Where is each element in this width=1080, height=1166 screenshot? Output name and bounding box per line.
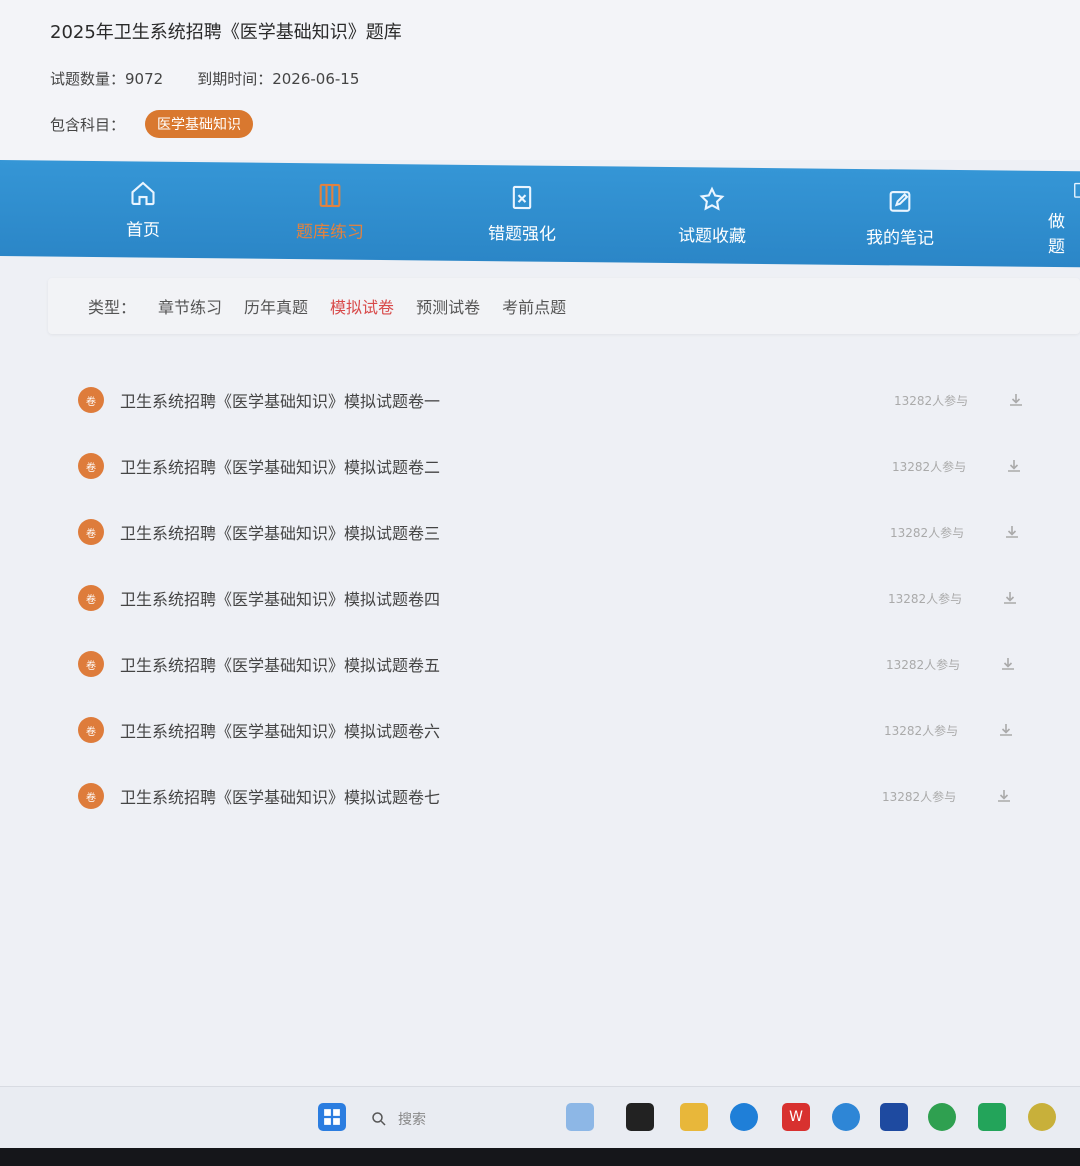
download-icon[interactable] <box>1004 524 1020 540</box>
paper-bullet-icon: 卷 <box>78 585 104 611</box>
paper-title[interactable]: 卫生系统招聘《医学基础知识》模拟试题卷二 <box>120 454 440 478</box>
mail-app-icon[interactable] <box>978 1103 1006 1131</box>
download-icon[interactable] <box>1006 458 1022 474</box>
paper-title[interactable]: 卫生系统招聘《医学基础知识》模拟试题卷一 <box>120 388 440 412</box>
task-view-icon[interactable] <box>626 1103 654 1131</box>
main-nav: 首页 题库练习 错题强化 试题收藏 我的笔记 做题 <box>0 160 1080 268</box>
wps-office-icon[interactable]: W <box>782 1103 810 1131</box>
nav-item-practice[interactable]: 题库练习 <box>270 173 390 250</box>
paper-bullet-icon: 卷 <box>78 717 104 743</box>
filter-mock-papers[interactable]: 模拟试卷 <box>330 294 394 318</box>
taskbar-search[interactable]: 搜索 <box>370 1105 530 1133</box>
list-item[interactable]: 卷 卫生系统招聘《医学基础知识》模拟试题卷四 13282人参与 <box>0 578 1080 618</box>
home-icon <box>131 181 155 205</box>
nav-label: 试题收藏 <box>678 225 746 247</box>
note-icon <box>889 190 911 212</box>
meta-info: 试题数量：9072 到期时间：2026-06-15 <box>50 68 359 89</box>
type-filter: 类型： 章节练习 历年真题 模拟试卷 预测试卷 考前点题 <box>48 278 1080 334</box>
download-icon[interactable] <box>1002 590 1018 606</box>
nav-item-notes[interactable]: 我的笔记 <box>840 179 960 256</box>
wrong-icon <box>512 185 532 209</box>
widgets-icon[interactable] <box>566 1103 594 1131</box>
participant-count: 13282人参与 <box>894 393 969 408</box>
paper-title[interactable]: 卫生系统招聘《医学基础知识》模拟试题卷三 <box>120 520 440 544</box>
filter-chapter[interactable]: 章节练习 <box>158 294 222 318</box>
wechat-icon[interactable] <box>928 1103 956 1131</box>
subject-chip[interactable]: 医学基础知识 <box>145 110 254 138</box>
paper-title[interactable]: 卫生系统招聘《医学基础知识》模拟试题卷七 <box>120 784 440 808</box>
paper-bullet-icon: 卷 <box>78 783 104 809</box>
page-header: 2025年卫生系统招聘《医学基础知识》题库 试题数量：9072 到期时间：202… <box>0 0 1080 160</box>
download-icon[interactable] <box>1000 656 1016 672</box>
expiry-date: 到期时间：2026-06-15 <box>197 70 360 88</box>
paper-title[interactable]: 卫生系统招聘《医学基础知识》模拟试题卷四 <box>120 586 440 610</box>
nav-label: 我的笔记 <box>866 227 934 249</box>
list-item[interactable]: 卷 卫生系统招聘《医学基础知识》模拟试题卷五 13282人参与 <box>0 644 1080 684</box>
participant-count: 13282人参与 <box>888 591 963 606</box>
nav-label: 首页 <box>126 219 160 241</box>
game-app-icon[interactable] <box>1028 1103 1056 1131</box>
ie-browser-icon[interactable] <box>832 1103 860 1131</box>
subjects-label: 包含科目： <box>50 115 126 134</box>
paper-title[interactable]: 卫生系统招聘《医学基础知识》模拟试题卷六 <box>120 718 440 742</box>
filter-forecast-papers[interactable]: 预测试卷 <box>416 294 480 318</box>
list-item[interactable]: 卷 卫生系统招聘《医学基础知识》模拟试题卷六 13282人参与 <box>0 710 1080 750</box>
search-placeholder: 搜索 <box>398 1112 426 1128</box>
participant-count: 13282人参与 <box>882 789 957 804</box>
nav-item-favorites[interactable]: 试题收藏 <box>652 177 772 254</box>
star-icon <box>699 186 725 211</box>
nav-item-home[interactable]: 首页 <box>83 171 203 248</box>
page-title: 2025年卫生系统招聘《医学基础知识》题库 <box>50 22 402 43</box>
nav-label: 题库练习 <box>296 221 364 243</box>
paper-bullet-icon: 卷 <box>78 519 104 545</box>
list-item[interactable]: 卷 卫生系统招聘《医学基础知识》模拟试题卷三 13282人参与 <box>0 512 1080 552</box>
list-item[interactable]: 卷 卫生系统招聘《医学基础知识》模拟试题卷七 13282人参与 <box>0 776 1080 816</box>
participant-count: 13282人参与 <box>892 459 967 474</box>
nav-label: 错题强化 <box>488 223 556 245</box>
nav-label: 做题 <box>1048 211 1065 258</box>
doc-icon <box>1074 182 1080 198</box>
file-explorer-icon[interactable] <box>680 1103 708 1131</box>
paper-bullet-icon: 卷 <box>78 651 104 677</box>
nav-item-do[interactable]: 做题 <box>1020 181 1080 258</box>
download-icon[interactable] <box>998 722 1014 738</box>
participant-count: 13282人参与 <box>884 723 959 738</box>
filter-pre-exam-points[interactable]: 考前点题 <box>502 294 566 318</box>
paper-bullet-icon: 卷 <box>78 453 104 479</box>
subjects-row: 包含科目： 医学基础知识 <box>50 110 254 138</box>
participant-count: 13282人参与 <box>890 525 965 540</box>
list-item[interactable]: 卷 卫生系统招聘《医学基础知识》模拟试题卷二 13282人参与 <box>0 446 1080 486</box>
download-icon[interactable] <box>996 788 1012 804</box>
download-icon[interactable] <box>1008 392 1024 408</box>
os-taskbar: 搜索 W <box>0 1086 1080 1148</box>
windows-start-icon[interactable] <box>318 1103 346 1131</box>
screen-bezel <box>0 1148 1080 1166</box>
edge-browser-icon[interactable] <box>730 1103 758 1131</box>
search-icon <box>372 1112 386 1126</box>
filter-past-exams[interactable]: 历年真题 <box>244 294 308 318</box>
book-icon <box>319 183 341 207</box>
list-item[interactable]: 卷 卫生系统招聘《医学基础知识》模拟试题卷一 13282人参与 <box>0 380 1080 420</box>
participant-count: 13282人参与 <box>886 657 961 672</box>
nav-item-wrong[interactable]: 错题强化 <box>462 175 582 252</box>
paper-title[interactable]: 卫生系统招聘《医学基础知识》模拟试题卷五 <box>120 652 440 676</box>
question-count: 试题数量：9072 <box>50 70 164 88</box>
app-icon[interactable] <box>880 1103 908 1131</box>
filter-label: 类型： <box>88 298 137 317</box>
paper-bullet-icon: 卷 <box>78 387 104 413</box>
